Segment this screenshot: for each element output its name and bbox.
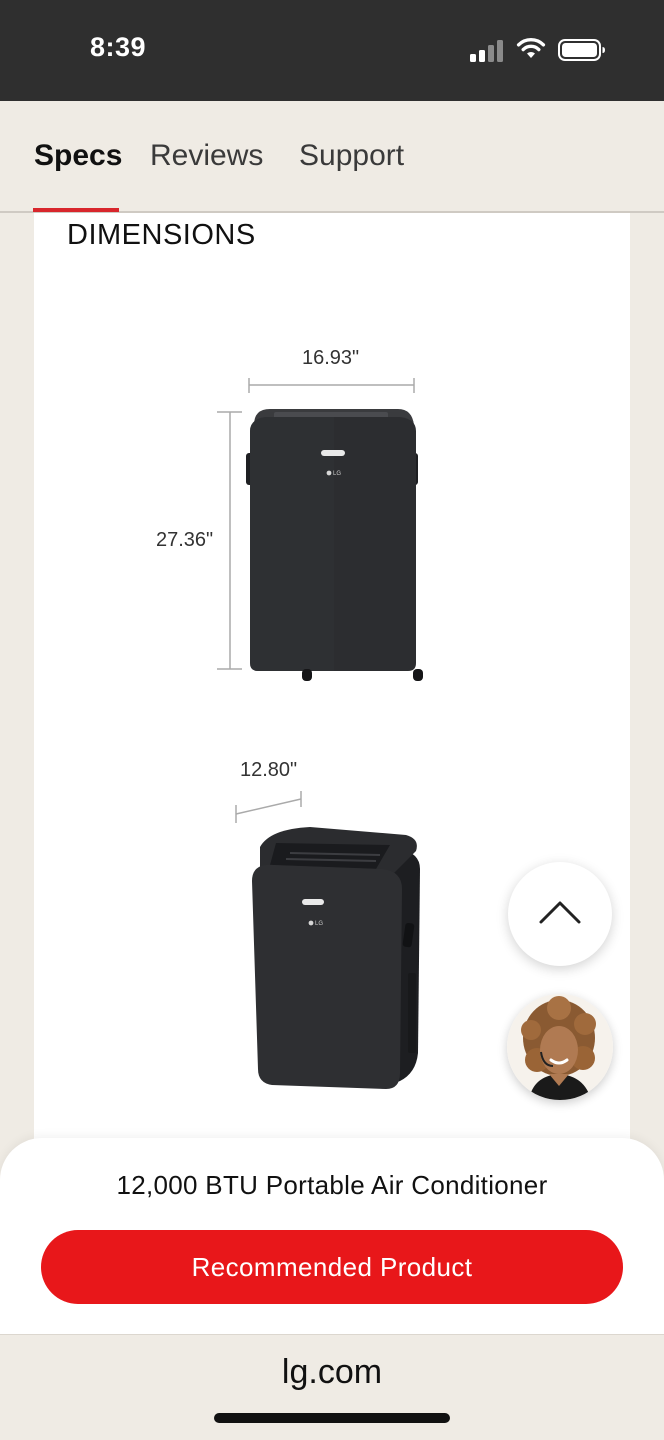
status-icons: [470, 36, 610, 66]
home-indicator[interactable]: [214, 1413, 450, 1423]
scroll-to-top-button[interactable]: [508, 862, 612, 966]
cellular-signal-icon: [470, 40, 503, 62]
product-front-view-image: LG: [217, 378, 423, 681]
tab-support[interactable]: Support: [299, 139, 404, 173]
tab-specs[interactable]: Specs: [34, 139, 122, 173]
wifi-icon: [516, 37, 546, 58]
agent-avatar: [507, 994, 613, 1100]
product-angled-view-image: LG: [235, 791, 420, 1089]
battery-icon: [558, 39, 605, 61]
product-name: 12,000 BTU Portable Air Conditioner: [116, 1170, 548, 1200]
product-bottom-sheet: 12,000 BTU Portable Air Conditioner Reco…: [0, 1138, 664, 1334]
status-time: 8:39: [90, 32, 147, 62]
height-dimension-label: 27.36": [156, 529, 214, 551]
active-tab-indicator: [33, 208, 119, 212]
tab-bar: Specs Reviews Support: [0, 101, 664, 213]
status-bar: 8:39: [0, 0, 664, 101]
browser-url-bar: lg.com: [0, 1334, 664, 1440]
svg-text:LG: LG: [333, 471, 341, 477]
chevron-up-icon: [539, 901, 581, 924]
url-text[interactable]: lg.com: [0, 1353, 664, 1392]
section-title: DIMENSIONS: [67, 219, 256, 251]
svg-text:LG: LG: [315, 921, 323, 927]
recommended-product-button[interactable]: Recommended Product: [41, 1230, 623, 1304]
tab-reviews[interactable]: Reviews: [150, 139, 263, 173]
chat-agent-avatar-button[interactable]: [507, 994, 613, 1100]
